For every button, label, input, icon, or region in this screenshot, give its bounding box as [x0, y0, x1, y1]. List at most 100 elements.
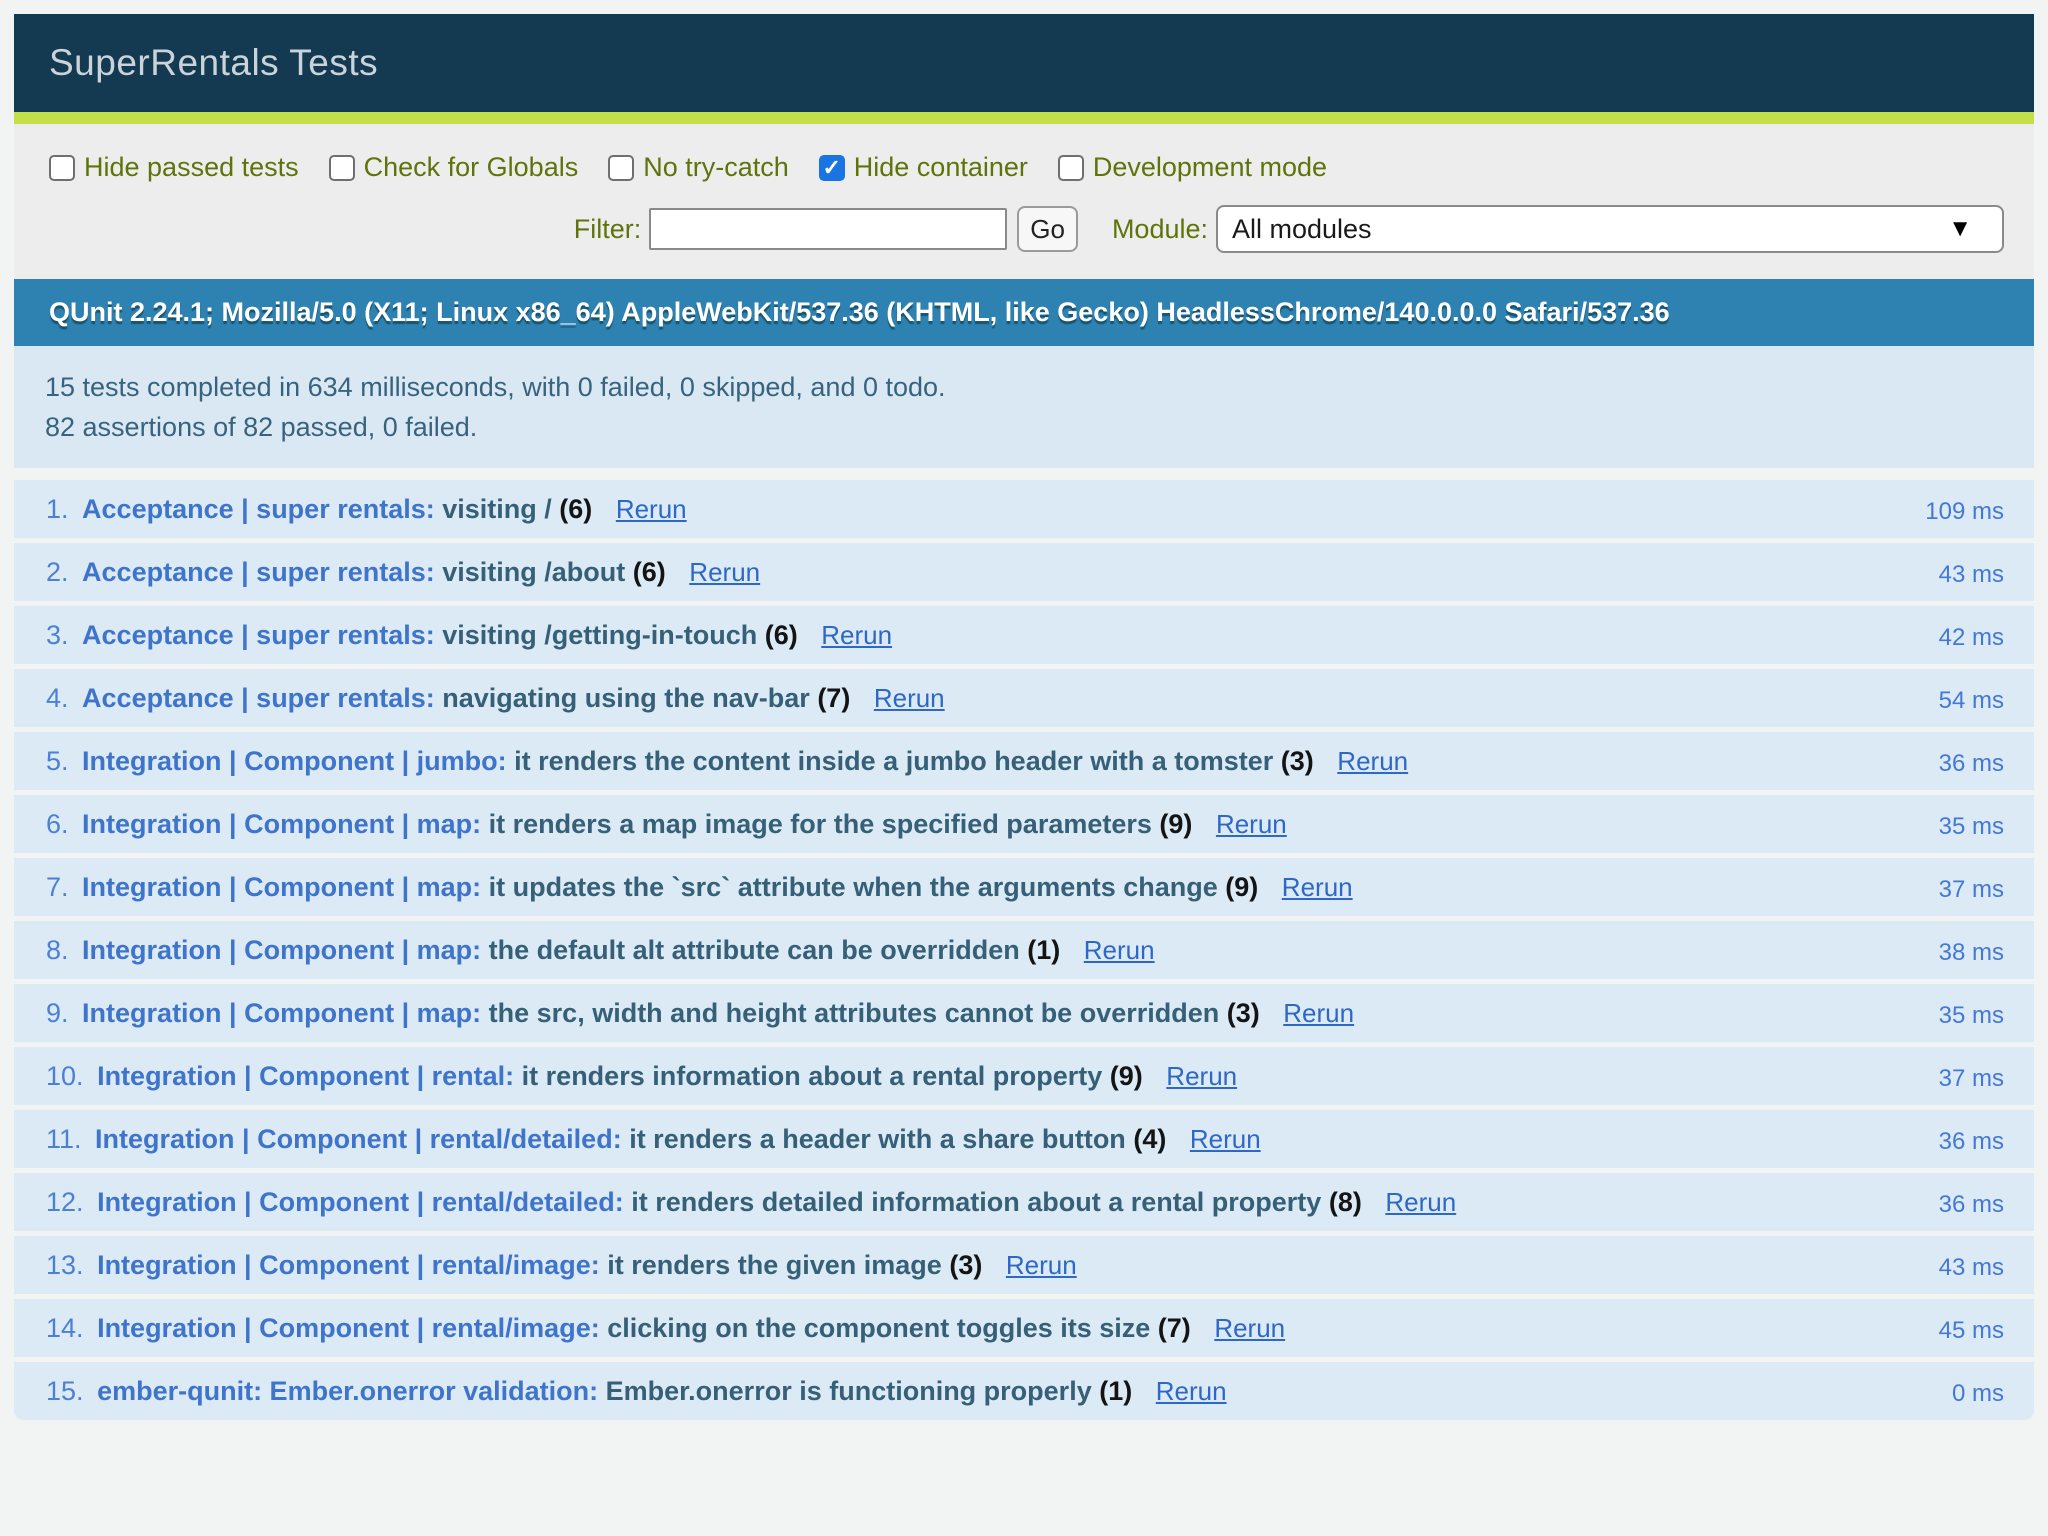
rerun-link[interactable]: Rerun [1283, 998, 1354, 1028]
test-module-name: Integration | Component | rental/detaile… [95, 1124, 629, 1154]
toolbar-checkbox-item[interactable]: Hide passed tests [49, 152, 299, 183]
assertion-counts: (9) [1225, 872, 1258, 902]
assertion-counts: (4) [1133, 1124, 1166, 1154]
test-number: 11. [46, 1124, 82, 1154]
test-number: 6. [46, 809, 69, 839]
rerun-link[interactable]: Rerun [1214, 1313, 1285, 1343]
rerun-link[interactable]: Rerun [1006, 1250, 1077, 1280]
test-number: 13. [46, 1250, 84, 1280]
assertion-counts: (6) [765, 620, 798, 650]
test-row: 35 ms 6. Integration | Component | map: … [14, 795, 2034, 853]
checkbox[interactable] [608, 155, 634, 181]
assertion-counts: (7) [1158, 1313, 1191, 1343]
assertion-counts: (6) [559, 494, 592, 524]
qunit-container: SuperRentals Tests Hide passed tests Che… [14, 14, 2034, 1425]
test-name: it renders detailed information about a … [631, 1187, 1321, 1217]
test-name: it updates the `src` attribute when the … [489, 872, 1218, 902]
test-name: the src, width and height attributes can… [489, 998, 1220, 1028]
test-runtime: 43 ms [1939, 559, 2004, 591]
rerun-link[interactable]: Rerun [1385, 1187, 1456, 1217]
rerun-link[interactable]: Rerun [821, 620, 892, 650]
module-select[interactable]: All modules ▼ [1216, 205, 2004, 253]
test-module-name: ember-qunit: Ember.onerror validation: [97, 1376, 606, 1406]
test-number: 3. [46, 620, 69, 650]
test-module-name: Integration | Component | rental: [97, 1061, 522, 1091]
test-runtime: 0 ms [1952, 1378, 2004, 1410]
test-row: 36 ms 11. Integration | Component | rent… [14, 1110, 2034, 1168]
test-runtime: 54 ms [1939, 685, 2004, 717]
page-title: SuperRentals Tests [49, 42, 378, 84]
test-module-name: Acceptance | super rentals: [82, 683, 442, 713]
go-button[interactable]: Go [1017, 206, 1078, 252]
test-row: 0 ms 15. ember-qunit: Ember.onerror vali… [14, 1362, 2034, 1420]
summary-line-assertions: 82 assertions of 82 passed, 0 failed. [45, 407, 2004, 447]
assertion-counts: (1) [1099, 1376, 1132, 1406]
module-select-value: All modules [1232, 214, 1948, 245]
toolbar-checkbox-row: Hide passed tests Check for Globals No t… [49, 152, 2004, 183]
rerun-link[interactable]: Rerun [1282, 872, 1353, 902]
rerun-link[interactable]: Rerun [1337, 746, 1408, 776]
assertion-counts: (6) [633, 557, 666, 587]
checkbox-label: Check for Globals [364, 152, 579, 183]
checkbox[interactable] [329, 155, 355, 181]
test-name: clicking on the component toggles its si… [607, 1313, 1150, 1343]
test-runtime: 36 ms [1939, 748, 2004, 780]
rerun-link[interactable]: Rerun [1190, 1124, 1261, 1154]
test-name: it renders the given image [607, 1250, 942, 1280]
test-runtime: 36 ms [1939, 1126, 2004, 1158]
assertion-counts: (7) [817, 683, 850, 713]
test-module-name: Acceptance | super rentals: [82, 494, 442, 524]
assertion-counts: (3) [949, 1250, 982, 1280]
toolbar-checkbox-item[interactable]: Hide container [819, 152, 1028, 183]
test-name: it renders information about a rental pr… [522, 1061, 1103, 1091]
test-module-name: Acceptance | super rentals: [82, 557, 442, 587]
test-number: 10. [46, 1061, 84, 1091]
test-name: visiting /getting-in-touch [442, 620, 757, 650]
rerun-link[interactable]: Rerun [616, 494, 687, 524]
filter-input[interactable] [649, 208, 1007, 250]
test-row: 43 ms 13. Integration | Component | rent… [14, 1236, 2034, 1294]
test-number: 1. [46, 494, 69, 524]
toolbar-checkbox-item[interactable]: Development mode [1058, 152, 1327, 183]
test-row: 109 ms 1. Acceptance | super rentals: vi… [14, 480, 2034, 538]
assertion-counts: (1) [1027, 935, 1060, 965]
checkbox[interactable] [49, 155, 75, 181]
test-number: 9. [46, 998, 69, 1028]
test-row: 54 ms 4. Acceptance | super rentals: nav… [14, 669, 2034, 727]
checkbox[interactable] [819, 155, 845, 181]
toolbar-checkbox-item[interactable]: Check for Globals [329, 152, 579, 183]
test-runtime: 42 ms [1939, 622, 2004, 654]
test-name: it renders the content inside a jumbo he… [514, 746, 1273, 776]
rerun-link[interactable]: Rerun [1156, 1376, 1227, 1406]
test-name: the default alt attribute can be overrid… [489, 935, 1020, 965]
test-result-summary: 15 tests completed in 634 milliseconds, … [14, 346, 2034, 468]
test-module-name: Integration | Component | rental/image: [97, 1250, 607, 1280]
test-module-name: Acceptance | super rentals: [82, 620, 442, 650]
assertion-counts: (8) [1329, 1187, 1362, 1217]
test-row: 37 ms 7. Integration | Component | map: … [14, 858, 2034, 916]
test-name: visiting / [442, 494, 552, 524]
checkbox-label: Hide passed tests [84, 152, 299, 183]
page-header: SuperRentals Tests [14, 14, 2034, 112]
test-number: 2. [46, 557, 69, 587]
test-row: 45 ms 14. Integration | Component | rent… [14, 1299, 2034, 1357]
rerun-link[interactable]: Rerun [1216, 809, 1287, 839]
rerun-link[interactable]: Rerun [874, 683, 945, 713]
assertion-counts: (9) [1110, 1061, 1143, 1091]
toolbar-filter-row: Filter: Go Module: All modules ▼ [49, 205, 2004, 253]
test-row: 36 ms 5. Integration | Component | jumbo… [14, 732, 2034, 790]
test-list: 109 ms 1. Acceptance | super rentals: vi… [14, 480, 2034, 1420]
rerun-link[interactable]: Rerun [1084, 935, 1155, 965]
test-module-name: Integration | Component | jumbo: [82, 746, 514, 776]
rerun-link[interactable]: Rerun [1166, 1061, 1237, 1091]
toolbar-checkbox-item[interactable]: No try-catch [608, 152, 789, 183]
checkbox-label: Development mode [1093, 152, 1327, 183]
checkbox-label: Hide container [854, 152, 1028, 183]
checkbox[interactable] [1058, 155, 1084, 181]
pass-banner [14, 112, 2034, 124]
test-module-name: Integration | Component | map: [82, 809, 489, 839]
test-runtime: 35 ms [1939, 1000, 2004, 1032]
rerun-link[interactable]: Rerun [689, 557, 760, 587]
test-runtime: 35 ms [1939, 811, 2004, 843]
test-runtime: 37 ms [1939, 874, 2004, 906]
